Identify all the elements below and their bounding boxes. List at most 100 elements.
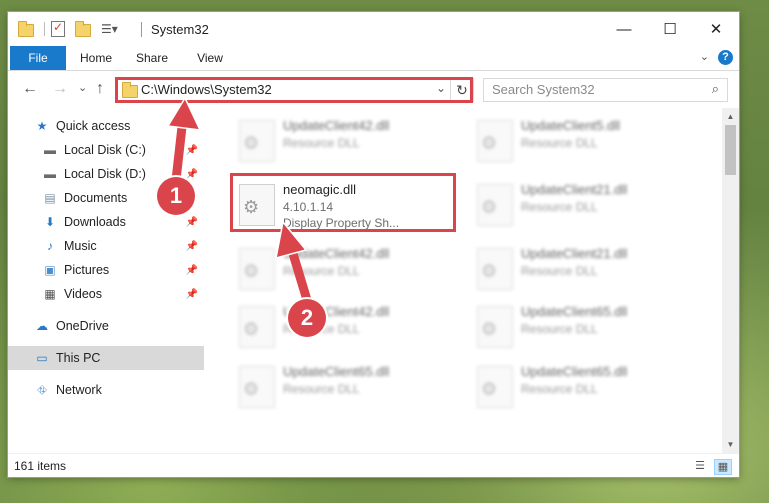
file-type: Resource DLL [521,136,598,150]
downloads-icon: ⬇ [44,215,56,229]
step-badge-2: 2 [288,299,326,337]
ribbon-tabs: File Home Share View ⌄ ? [8,46,739,71]
cloud-icon: ☁ [36,319,48,333]
customize-toolbar-icon[interactable]: ☰▾ [101,22,118,36]
expand-ribbon-icon[interactable]: ⌄ [700,50,709,63]
file-name: UpdateClient5.dll [521,118,621,133]
list-item[interactable]: UpdateClient21.dll Resource DLL [469,240,689,294]
list-item[interactable]: UpdateClient42.dll Resource DLL [231,298,451,352]
file-name: UpdateClient65.dll [521,304,628,319]
file-name: UpdateClient21.dll [521,182,628,197]
properties-icon[interactable] [51,20,65,37]
sidebar-item-label: Downloads [64,215,126,229]
dll-file-icon [239,248,275,290]
dll-file-icon [239,366,275,408]
list-item[interactable]: UpdateClient42.dll Resource DLL [231,112,451,166]
sidebar-item-label: This PC [56,351,101,365]
title-bar: ☰▾ System32 — ☐ ✕ [8,12,739,46]
dll-file-icon [477,306,513,348]
file-type: Resource DLL [521,322,598,336]
sidebar-item-videos[interactable]: ▦ Videos 📌 [8,282,204,306]
list-item[interactable]: UpdateClient65.dll Resource DLL [469,358,689,412]
music-icon: ♪ [47,239,53,253]
tab-home[interactable]: Home [74,46,118,70]
navigation-pane: ★ Quick access ▬ Local Disk (C:) 📌 ▬ Loc… [8,108,204,453]
folder-icon [18,21,34,37]
details-view-icon[interactable]: ☰ [692,459,708,473]
dll-file-icon [239,120,275,162]
list-item[interactable]: UpdateClient21.dll Resource DLL [469,176,689,230]
search-icon: ⌕ [711,81,719,96]
file-name: UpdateClient42.dll [283,118,390,133]
file-type: Resource DLL [521,264,598,278]
scroll-down-icon[interactable]: ▼ [722,436,739,453]
file-type: Resource DLL [283,382,360,396]
search-input[interactable]: Search System32 ⌕ [483,78,728,102]
help-icon[interactable]: ? [718,50,733,65]
list-item[interactable]: UpdateClient42.dll Resource DLL [231,240,451,294]
sidebar-item-label: Pictures [64,263,110,277]
tiles-view-icon[interactable]: ▦ [714,459,732,475]
drive-icon: ▬ [44,167,56,181]
minimize-button[interactable]: — [601,12,647,46]
title-divider [141,22,142,37]
dll-file-icon [477,248,513,290]
pictures-icon: ▣ [44,263,56,277]
sidebar-item-label: Documents [64,191,128,205]
forward-button[interactable]: → [52,80,68,98]
sidebar-item-quick-access[interactable]: ★ Quick access [8,114,204,138]
window-title: System32 [151,22,209,37]
maximize-button[interactable]: ☐ [647,12,693,46]
pin-icon[interactable]: 📌 [186,145,198,156]
status-bar: 161 items ☰ ▦ [8,453,739,477]
network-icon: ⛗ [37,382,47,397]
file-type: Resource DLL [521,382,598,396]
list-item[interactable]: UpdateClient5.dll Resource DLL [469,112,689,166]
tab-file[interactable]: File [10,46,66,70]
back-button[interactable]: ← [22,80,38,98]
tab-share[interactable]: Share [130,46,174,70]
search-placeholder: Search System32 [492,82,595,97]
computer-icon: ▭ [36,351,48,365]
dll-file-icon [477,120,513,162]
file-type: Resource DLL [283,264,360,278]
sidebar-item-label: Local Disk (C:) [64,143,146,157]
sidebar-item-label: Quick access [56,119,131,133]
sidebar-item-music[interactable]: ♪ Music 📌 [8,234,204,258]
pin-icon[interactable]: 📌 [186,169,198,180]
recent-locations-button[interactable]: ⌄ [78,81,87,94]
new-folder-icon[interactable] [75,21,91,37]
sidebar-item-local-disk-c[interactable]: ▬ Local Disk (C:) 📌 [8,138,204,162]
file-type: Resource DLL [283,136,360,150]
sidebar-item-this-pc[interactable]: ▭ This PC [8,346,204,370]
file-type: Resource DLL [521,200,598,214]
pin-icon[interactable]: 📌 [186,289,198,300]
vertical-scrollbar[interactable]: ▲ ▼ [722,108,739,453]
sidebar-item-onedrive[interactable]: ☁ OneDrive [8,314,204,338]
star-icon: ★ [36,119,48,133]
scrollbar-thumb[interactable] [725,125,736,175]
dll-file-icon [239,306,275,348]
list-item[interactable]: UpdateClient65.dll Resource DLL [469,298,689,352]
quick-access-toolbar: ☰▾ [18,20,123,38]
tab-view[interactable]: View [188,46,232,70]
file-name: UpdateClient65.dll [521,364,628,379]
up-button[interactable]: ↑ [96,80,104,98]
pin-icon[interactable]: 📌 [186,241,198,252]
scroll-up-icon[interactable]: ▲ [722,108,739,125]
dll-file-icon [477,184,513,226]
pin-icon[interactable]: 📌 [186,217,198,228]
documents-icon: ▤ [44,191,56,205]
toolbar-divider [44,22,45,36]
pin-icon[interactable]: 📌 [186,265,198,276]
file-list: UpdateClient42.dll Resource DLL neomagic… [213,108,718,453]
item-count: 161 items [14,459,67,473]
file-name: UpdateClient42.dll [283,246,390,261]
close-button[interactable]: ✕ [693,12,739,46]
videos-icon: ▦ [44,287,56,301]
list-item[interactable]: UpdateClient65.dll Resource DLL [231,358,451,412]
file-name: UpdateClient65.dll [283,364,390,379]
address-highlight-box [115,77,473,103]
sidebar-item-network[interactable]: ⛗ Network [8,378,204,402]
sidebar-item-pictures[interactable]: ▣ Pictures 📌 [8,258,204,282]
